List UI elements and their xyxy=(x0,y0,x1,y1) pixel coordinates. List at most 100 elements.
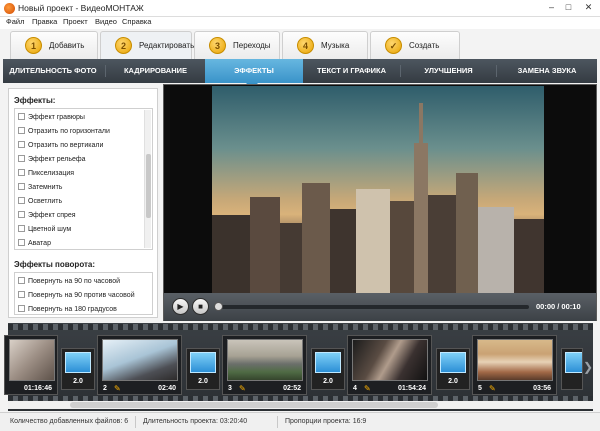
effect-item[interactable]: Эффект гравюры xyxy=(18,113,85,121)
play-button[interactable]: ▶ xyxy=(172,298,189,315)
close-button[interactable]: ✕ xyxy=(582,2,595,13)
step-number-icon: 1 xyxy=(25,37,42,54)
menu-help[interactable]: Справка xyxy=(122,17,151,26)
step-number-icon: 2 xyxy=(115,37,132,54)
menu-bar: Файл Правка Проект Видео Справка xyxy=(0,17,600,29)
transition-icon xyxy=(190,352,216,373)
checkbox[interactable] xyxy=(18,197,25,204)
effects-panel: Эффекты: Эффект гравюры Отразить по гори… xyxy=(8,88,158,318)
effect-item[interactable]: Затемнить xyxy=(18,183,62,191)
transition-icon xyxy=(440,352,466,373)
tab-replace-sound[interactable]: ЗАМЕНА ЗВУКА xyxy=(497,59,597,83)
scroll-thumb[interactable] xyxy=(70,402,438,408)
clip-number: 4 xyxy=(353,385,357,392)
tab-text-graphics[interactable]: ТЕКСТ И ГРАФИКА xyxy=(303,59,400,83)
rotation-item[interactable]: Повернуть на 180 градусов xyxy=(18,305,117,313)
rotation-list: Повернуть на 90 по часовой Повернуть на … xyxy=(14,272,153,315)
transition-duration: 2.0 xyxy=(323,378,333,385)
clip-thumbnail xyxy=(9,339,55,381)
transition-duration: 2.0 xyxy=(73,378,83,385)
edit-pencil-icon[interactable]: ✎ xyxy=(239,384,248,393)
checkbox[interactable] xyxy=(18,155,25,162)
menu-video[interactable]: Видео xyxy=(95,17,117,26)
maximize-button[interactable]: □ xyxy=(562,2,575,12)
tab-enhancements[interactable]: УЛУЧШЕНИЯ xyxy=(401,59,496,83)
files-count: Количество добавленных файлов: 6 xyxy=(10,418,129,425)
minimize-button[interactable]: – xyxy=(545,2,558,12)
transition-block[interactable]: 2.0 xyxy=(186,348,220,390)
scroll-right-icon[interactable]: ❯ xyxy=(583,360,593,374)
progress-handle[interactable] xyxy=(214,302,223,311)
step-music[interactable]: 4 Музыка xyxy=(282,31,368,59)
effect-item[interactable]: Цветной шум xyxy=(18,225,71,233)
edit-pencil-icon[interactable]: ✎ xyxy=(364,384,373,393)
clip-duration: 02:52 xyxy=(283,385,301,392)
edit-pencil-icon[interactable]: ✎ xyxy=(114,384,123,393)
effect-item[interactable]: Отразить по горизонтали xyxy=(18,127,110,135)
preview-image xyxy=(212,86,544,293)
effect-item[interactable]: Эффект спрея xyxy=(18,211,76,219)
step-label: Добавить xyxy=(49,41,85,50)
timeline-clip[interactable]: 01:16:46 xyxy=(4,335,58,395)
checkbox[interactable] xyxy=(18,211,25,218)
rotation-item[interactable]: Повернуть на 90 против часовой xyxy=(18,291,135,299)
checkbox[interactable] xyxy=(18,141,25,148)
effect-item[interactable]: Эффект рельефа xyxy=(18,155,86,163)
transition-icon xyxy=(65,352,91,373)
timeline-clip[interactable]: 4 ✎ 01:54:24 xyxy=(347,335,432,395)
clip-duration: 02:40 xyxy=(158,385,176,392)
checkbox[interactable] xyxy=(18,305,25,312)
timeline-clip[interactable]: 2 ✎ 02:40 xyxy=(97,335,182,395)
checkbox[interactable] xyxy=(18,225,25,232)
clip-duration: 01:54:24 xyxy=(397,385,426,392)
effect-item[interactable]: Аватар xyxy=(18,239,51,247)
transition-block[interactable] xyxy=(561,348,583,390)
checkbox[interactable] xyxy=(18,291,25,298)
effect-item[interactable]: Осветлить xyxy=(18,197,62,205)
transition-duration: 2.0 xyxy=(198,378,208,385)
tab-photo-duration[interactable]: ДЛИТЕЛЬНОСТЬ ФОТО xyxy=(3,59,103,83)
menu-edit[interactable]: Правка xyxy=(32,17,57,26)
step-transitions[interactable]: 3 Переходы xyxy=(194,31,280,59)
timeline-clip[interactable]: 3 ✎ 02:52 xyxy=(222,335,307,395)
rotation-item[interactable]: Повернуть на 90 по часовой xyxy=(18,277,120,285)
tab-effects[interactable]: ЭФФЕКТЫ xyxy=(205,59,303,83)
transition-block[interactable]: 2.0 xyxy=(436,348,470,390)
effects-list: Эффект гравюры Отразить по горизонтали О… xyxy=(14,108,153,250)
app-logo-icon xyxy=(4,3,15,14)
checkbox[interactable] xyxy=(18,169,25,176)
step-number-icon: 4 xyxy=(297,37,314,54)
menu-project[interactable]: Проект xyxy=(63,17,88,26)
step-edit[interactable]: 2 Редактировать xyxy=(100,31,194,60)
menu-file[interactable]: Файл xyxy=(6,17,24,26)
checkbox[interactable] xyxy=(18,239,25,246)
playback-progress[interactable] xyxy=(214,305,529,309)
edit-pencil-icon[interactable]: ✎ xyxy=(489,384,498,393)
stop-button[interactable]: ■ xyxy=(192,298,209,315)
step-tabs: 1 Добавить 2 Редактировать 3 Переходы 4 … xyxy=(0,29,600,60)
clip-duration: 01:16:46 xyxy=(23,385,52,392)
effect-item[interactable]: Отразить по вертикали xyxy=(18,141,103,149)
step-label: Музыка xyxy=(321,41,350,50)
project-duration: Длительность проекта: 03:20:40 xyxy=(143,418,248,425)
checkbox[interactable] xyxy=(18,277,25,284)
checkbox[interactable] xyxy=(18,127,25,134)
tab-crop[interactable]: КАДРИРОВАНИЕ xyxy=(106,59,205,83)
effect-item[interactable]: Пикселизация xyxy=(18,169,74,177)
checkbox[interactable] xyxy=(18,183,25,190)
step-create[interactable]: ✓ Создать xyxy=(370,31,460,59)
step-number-icon: 3 xyxy=(209,37,226,54)
transition-block[interactable]: 2.0 xyxy=(311,348,345,390)
timeline-clip[interactable]: 5 ✎ 03:56 xyxy=(472,335,557,395)
clip-number: 2 xyxy=(103,385,107,392)
effects-scrollbar[interactable] xyxy=(144,110,151,248)
timeline: ❮ ❯ 01:16:46 2.0 2 ✎ 02:40 2.0 3 ✎ 02:52… xyxy=(4,323,593,411)
transition-block[interactable]: 2.0 xyxy=(61,348,95,390)
clip-thumbnail xyxy=(227,339,303,381)
checkbox[interactable] xyxy=(18,113,25,120)
timeline-scrollbar[interactable] xyxy=(8,401,593,409)
step-add[interactable]: 1 Добавить xyxy=(10,31,98,59)
title-bar: Новый проект - ВидеоМОНТАЖ – □ ✕ xyxy=(0,0,600,17)
scroll-thumb[interactable] xyxy=(146,154,151,218)
time-display: 00:00 / 00:10 xyxy=(536,302,581,311)
